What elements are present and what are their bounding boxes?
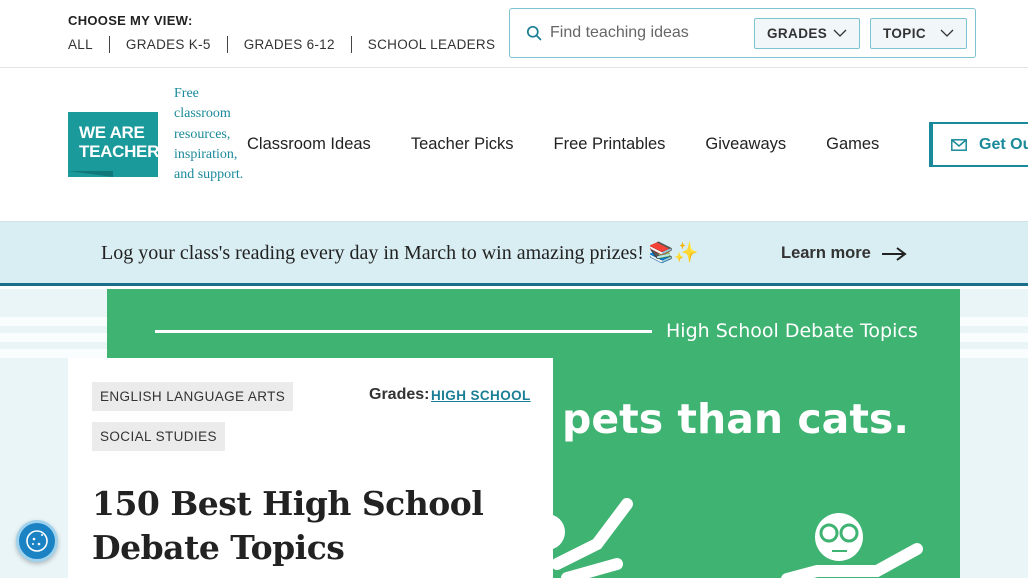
logo-line-2: TEACHERS xyxy=(79,142,171,161)
topic-filter-select[interactable]: TOPIC xyxy=(870,18,967,49)
nav-teacher-picks[interactable]: Teacher Picks xyxy=(411,135,514,154)
subject-tag-ela[interactable]: ENGLISH LANGUAGE ARTS xyxy=(92,382,294,411)
nav-classroom-ideas[interactable]: Classroom Ideas xyxy=(247,135,371,154)
newsletter-cta-button[interactable]: Get Ou xyxy=(929,122,1028,167)
main-nav: Classroom Ideas Teacher Picks Free Print… xyxy=(247,135,919,154)
view-link-grades-k-5[interactable]: GRADES K-5 xyxy=(108,36,227,53)
nav-giveaways[interactable]: Giveaways xyxy=(705,135,786,154)
view-link-all[interactable]: ALL xyxy=(68,36,109,53)
view-switcher: ALL GRADES K-5 GRADES 6-12 SCHOOL LEADER… xyxy=(68,36,511,53)
newsletter-cta-label: Get Ou xyxy=(979,135,1028,153)
view-link-grades-6-12[interactable]: GRADES 6-12 xyxy=(226,36,351,53)
search-icon[interactable] xyxy=(526,25,542,41)
grades-label: Grades: xyxy=(369,386,430,403)
promo-banner-text: Log your class's reading every day in Ma… xyxy=(101,242,699,264)
debater-figure-illustration xyxy=(781,513,923,578)
grades-filter-label: GRADES xyxy=(767,26,828,41)
logo-line-1: WE ARE xyxy=(79,123,145,142)
site-logo[interactable]: WE ARE TEACHERS xyxy=(68,112,171,177)
subject-tag-social-studies[interactable]: SOCIAL STUDIES xyxy=(92,422,225,451)
mail-icon xyxy=(951,138,967,151)
chevron-down-icon xyxy=(833,29,847,37)
topic-filter-label: TOPIC xyxy=(883,26,927,41)
nav-free-printables[interactable]: Free Printables xyxy=(554,135,666,154)
search-box: GRADES TOPIC xyxy=(509,8,976,58)
article-card: ENGLISH LANGUAGE ARTS SOCIAL STUDIES Gra… xyxy=(68,358,553,578)
hero-quote: pets than cats. xyxy=(562,395,909,443)
nav-games[interactable]: Games xyxy=(826,135,879,154)
learn-more-link[interactable]: Learn more xyxy=(781,244,907,263)
chevron-down-icon xyxy=(940,29,954,37)
grades-filter-select[interactable]: GRADES xyxy=(754,18,860,49)
cookie-preferences-button[interactable] xyxy=(16,520,58,562)
site-tagline: Free classroom resources, inspiration, a… xyxy=(174,86,244,183)
promo-banner: Log your class's reading every day in Ma… xyxy=(0,221,1028,286)
grade-link-high-school[interactable]: HIGH SCHOOL xyxy=(431,388,531,403)
view-link-school-leaders[interactable]: SCHOOL LEADERS xyxy=(350,36,512,53)
arrow-right-icon xyxy=(881,246,907,261)
top-bar: CHOOSE MY VIEW: ALL GRADES K-5 GRADES 6-… xyxy=(0,0,1028,68)
hero-caption: High School Debate Topics xyxy=(666,320,918,342)
site-header: WE ARE TEACHERS Free classroom resources… xyxy=(0,68,1028,221)
view-label: CHOOSE MY VIEW: xyxy=(68,13,193,28)
logo-tail xyxy=(68,171,113,177)
cookie-icon xyxy=(26,530,48,552)
article-title: 150 Best High School Debate Topics xyxy=(92,484,484,567)
hero-caption-rule xyxy=(155,330,652,333)
learn-more-label: Learn more xyxy=(781,244,871,262)
search-input[interactable] xyxy=(550,19,750,47)
